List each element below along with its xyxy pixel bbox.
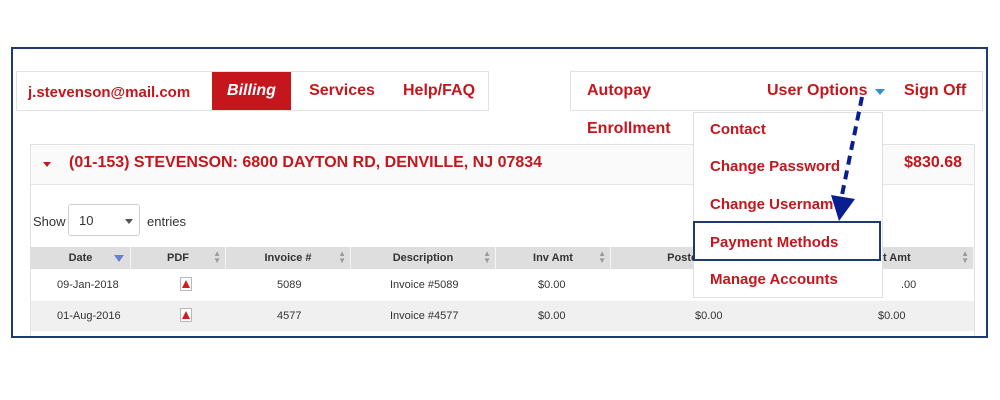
user-email: j.stevenson@mail.com [28, 84, 191, 101]
menu-item-payment-methods[interactable]: Payment Methods [710, 234, 838, 251]
header-pdf[interactable]: PDF ▲ ▼ [131, 247, 226, 269]
user-nav: Autopay Enrollment User Options Sign Off [570, 71, 983, 137]
cell-inv-amt: $0.00 [538, 279, 566, 291]
user-options-menu: Contact Change Password Change Usernam P… [693, 112, 883, 298]
header-invoice-label: Invoice # [264, 252, 312, 264]
header-pdf-label: PDF [167, 252, 189, 264]
pdf-file-icon[interactable] [180, 277, 192, 291]
nav-help-faq[interactable]: Help/FAQ [403, 72, 475, 110]
nav-autopay-enrollment[interactable]: Autopay Enrollment [587, 72, 737, 137]
header-amt-label: t Amt [883, 252, 911, 264]
main-nav: j.stevenson@mail.com Billing Services He… [16, 71, 489, 111]
cell-description: Invoice #5089 [390, 279, 459, 291]
nav-user-options[interactable]: User Options [767, 72, 887, 110]
pdf-file-icon[interactable] [180, 308, 192, 322]
cell-description: Invoice #4577 [390, 310, 459, 322]
caret-down-icon[interactable] [875, 89, 885, 95]
header-inv-amt-label: Inv Amt [533, 252, 573, 264]
cell-date: 01-Aug-2016 [57, 310, 121, 322]
header-date-label: Date [68, 252, 93, 264]
entries-select-value: 10 [79, 213, 94, 228]
collapse-caret-icon[interactable] [43, 162, 51, 167]
screenshot-frame: j.stevenson@mail.com Billing Services He… [11, 47, 988, 338]
header-inv-amt[interactable]: Inv Amt ▲ ▼ [496, 247, 611, 269]
entries-label: entries [147, 214, 187, 229]
cell-posted: $0.00 [695, 310, 723, 322]
sort-desc-icon [114, 255, 124, 262]
table-row [31, 301, 974, 331]
menu-item-change-username[interactable]: Change Usernam [710, 196, 833, 213]
sort-arrows-icon: ▲ ▼ [483, 249, 491, 265]
sort-arrows-icon: ▲ ▼ [213, 249, 221, 265]
menu-item-manage-accounts[interactable]: Manage Accounts [710, 271, 838, 288]
account-balance: $830.68 [904, 154, 962, 171]
cell-inv-amt: $0.00 [538, 310, 566, 322]
show-label: Show [33, 214, 66, 229]
cell-date: 09-Jan-2018 [57, 279, 119, 291]
menu-item-contact[interactable]: Contact [710, 121, 766, 138]
entries-select[interactable]: 10 [68, 204, 140, 236]
nav-billing[interactable]: Billing [212, 72, 291, 110]
header-date[interactable]: Date [31, 247, 131, 269]
sort-arrows-icon: ▲ ▼ [338, 249, 346, 265]
menu-item-change-password[interactable]: Change Password [710, 158, 840, 175]
header-invoice[interactable]: Invoice # ▲ ▼ [226, 247, 351, 269]
sort-arrows-icon: ▲ ▼ [598, 249, 606, 265]
cell-amt: .00 [901, 279, 917, 291]
header-description[interactable]: Description ▲ ▼ [351, 247, 496, 269]
cell-amt: $0.00 [878, 310, 906, 322]
sort-arrows-icon: ▲ ▼ [961, 249, 969, 265]
nav-services[interactable]: Services [307, 72, 377, 110]
header-description-label: Description [392, 252, 454, 264]
nav-sign-off[interactable]: Sign Off [904, 72, 974, 110]
cell-invoice: 5089 [277, 279, 302, 291]
chevron-down-icon [125, 219, 133, 224]
account-title: (01-153) STEVENSON: 6800 DAYTON RD, DENV… [69, 154, 543, 171]
cell-invoice: 4577 [277, 310, 302, 322]
